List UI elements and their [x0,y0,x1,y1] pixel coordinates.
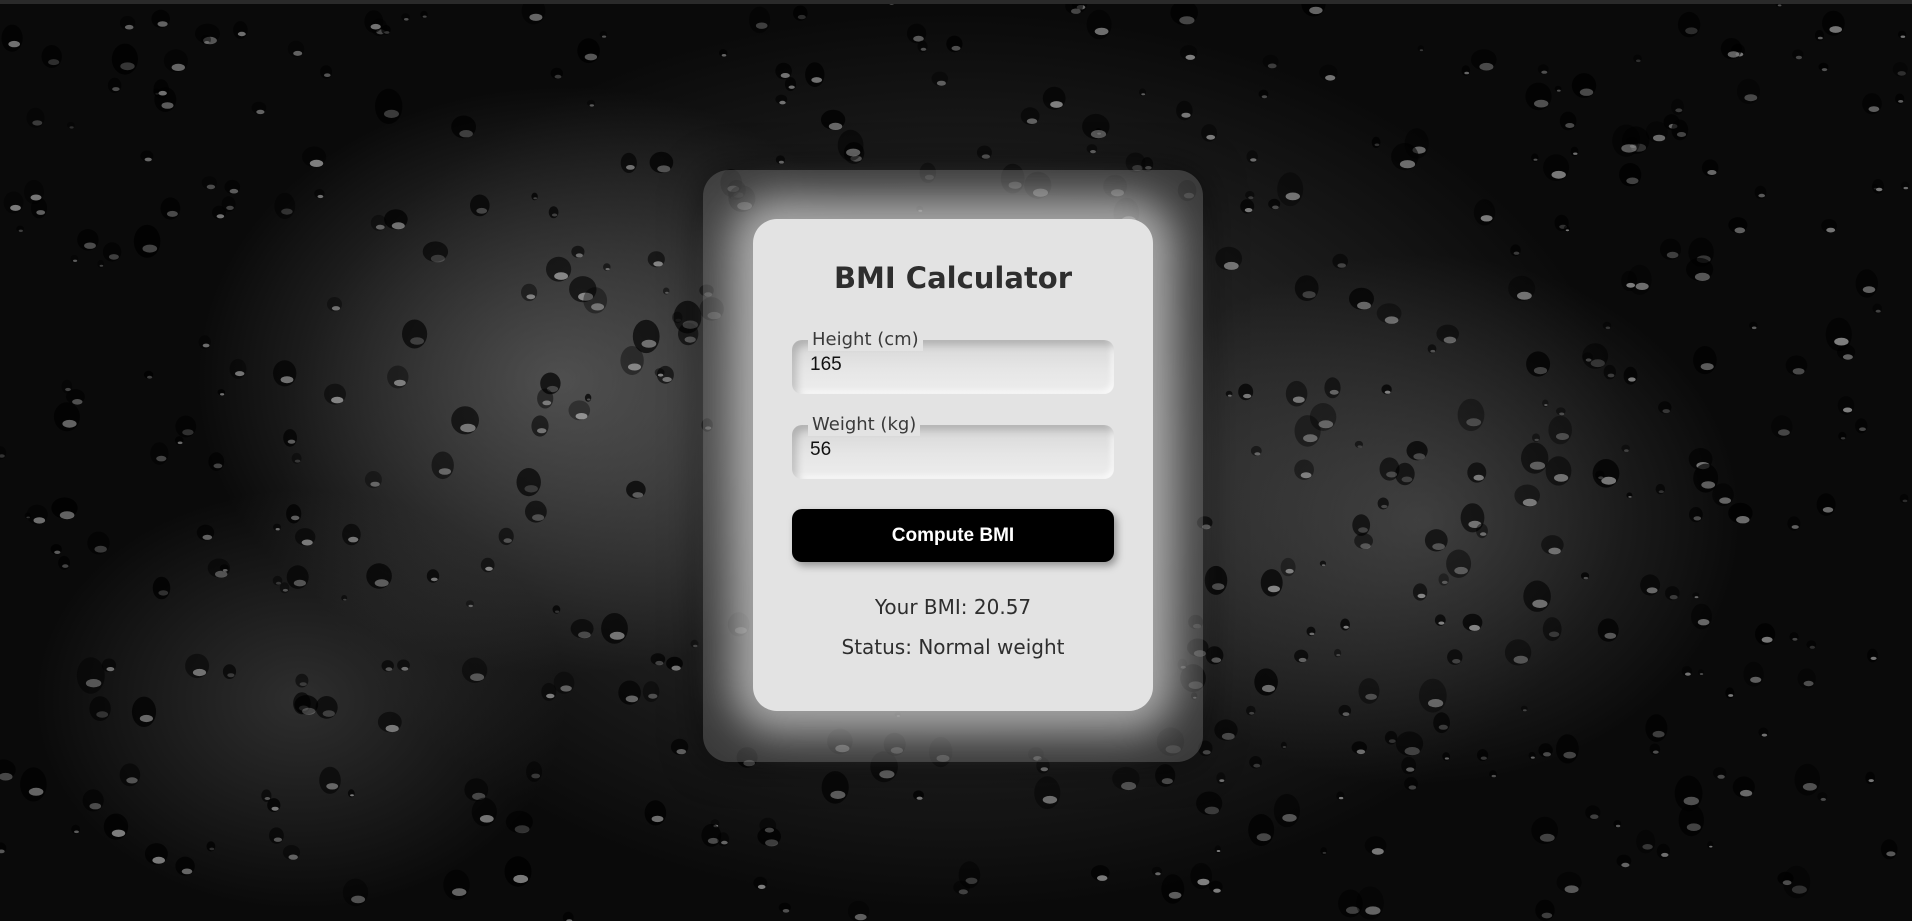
compute-bmi-button[interactable]: Compute BMI [792,509,1114,562]
height-input[interactable] [810,354,1100,376]
window-top-edge [0,0,1912,4]
page-title: BMI Calculator [833,261,1073,295]
weight-input[interactable] [810,439,1100,461]
weight-label: Weight (kg) [808,414,921,436]
bmi-calculator-card: BMI Calculator Height (cm) Weight (kg) C… [753,219,1153,711]
height-field[interactable]: Height (cm) [792,329,1114,394]
height-label: Height (cm) [808,329,923,351]
page-background: BMI Calculator Height (cm) Weight (kg) C… [0,0,1912,921]
weight-field[interactable]: Weight (kg) [792,414,1114,479]
bmi-result: Your BMI: 20.57 [874,595,1032,619]
status-result: Status: Normal weight [841,635,1065,659]
